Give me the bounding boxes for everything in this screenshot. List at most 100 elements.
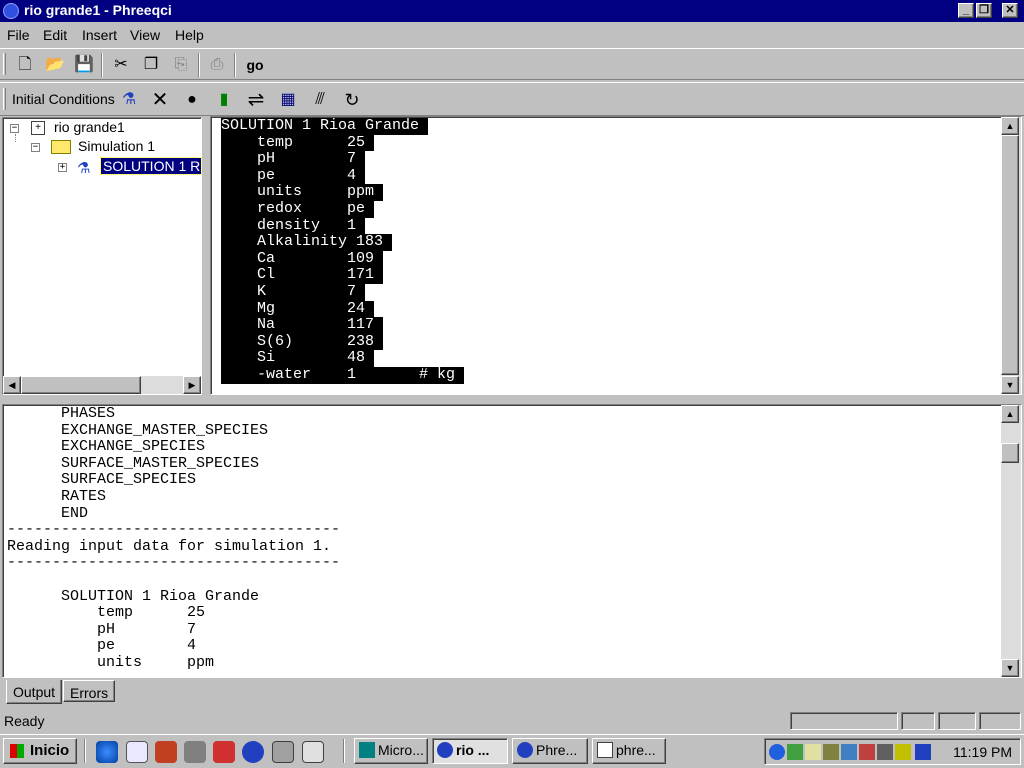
editor-line[interactable]: K 7 — [221, 283, 366, 301]
tab-errors[interactable]: Errors — [63, 680, 116, 702]
task-button-phre-doc[interactable]: phre... — [592, 738, 666, 764]
paste-icon[interactable]: ⎘ — [170, 54, 192, 76]
scroll-left-icon[interactable]: ◀ — [3, 376, 21, 394]
notepad-icon — [597, 742, 613, 758]
editor-text[interactable]: SOLUTION 1 Rioa Grande temp 25 pH 7 pe 4… — [221, 117, 465, 384]
equilibrium-icon[interactable]: ⇌ — [245, 89, 267, 111]
editor-line[interactable]: Mg 24 — [221, 300, 375, 318]
toolbar-grip[interactable] — [3, 88, 6, 110]
menu-insert[interactable]: Insert — [82, 27, 117, 43]
output-vertical-scrollbar[interactable]: ▲ ▼ — [1001, 405, 1021, 677]
exchange-x-icon[interactable]: ✕ — [149, 89, 171, 111]
task-label: phre... — [616, 742, 656, 758]
editor-line[interactable]: Ca 109 — [221, 250, 384, 268]
expand-solution-icon[interactable]: + — [58, 163, 67, 172]
scroll-thumb[interactable] — [1001, 135, 1019, 375]
editor-line[interactable]: density 1 — [221, 217, 366, 235]
kinetics-icon[interactable]: ⫻ — [309, 89, 331, 111]
network-icon[interactable] — [769, 744, 785, 760]
surface-dot-icon[interactable]: ● — [181, 89, 203, 111]
media-icon[interactable] — [213, 741, 235, 763]
close-button[interactable]: ✕ — [1002, 3, 1018, 18]
solution-flask-icon[interactable]: ⚗ — [118, 89, 140, 111]
open-folder-icon[interactable]: 📂 — [44, 54, 66, 76]
phreeqci-app-icon[interactable] — [3, 3, 19, 19]
internet-explorer-icon[interactable] — [96, 741, 118, 763]
taskbar-separator — [84, 739, 86, 763]
new-file-icon[interactable]: 🗋 — [14, 54, 36, 76]
toolbar-separator — [198, 53, 200, 77]
start-button[interactable]: Inicio — [3, 738, 77, 764]
scroll-up-icon[interactable]: ▲ — [1001, 117, 1019, 135]
scroll-right-icon[interactable]: ▶ — [183, 376, 201, 394]
tray-app-icon[interactable] — [805, 744, 821, 760]
phases-grid-icon[interactable]: ▦ — [277, 89, 299, 111]
output-line: temp 25 — [7, 604, 206, 622]
editor-line[interactable]: Na 117 — [221, 317, 384, 334]
taskbar-separator — [343, 739, 345, 763]
task-button-micro[interactable]: Micro... — [354, 738, 428, 764]
scroll-up-icon[interactable]: ▲ — [1001, 405, 1019, 423]
clock[interactable]: 11:19 PM — [953, 744, 1012, 760]
menu-view[interactable]: View — [130, 27, 160, 43]
editor-line[interactable]: Si 48 — [221, 350, 375, 367]
cube-icon[interactable] — [272, 741, 294, 763]
editor-line[interactable]: pe 4 — [221, 167, 366, 185]
outlook-express-icon[interactable] — [126, 741, 148, 763]
editor-line[interactable]: S(6) 238 — [221, 333, 384, 351]
collapse-root-icon[interactable]: − — [10, 124, 19, 133]
tree-item-simulation[interactable]: Simulation 1 — [78, 138, 155, 154]
horizontal-scrollbar[interactable]: ◀ ▶ — [3, 376, 201, 394]
task-button-phreeqc[interactable]: Phre... — [512, 738, 588, 764]
window-icon — [359, 742, 375, 758]
tray-app-icon[interactable] — [823, 744, 839, 760]
editor-line[interactable]: redox pe — [221, 200, 375, 218]
menu-file[interactable]: File — [7, 27, 30, 43]
tab-output[interactable]: Output — [6, 680, 63, 704]
minimize-button[interactable]: _ — [958, 3, 974, 18]
restore-button[interactable]: ❒ — [976, 3, 992, 18]
input-editor[interactable]: SOLUTION 1 Rioa Grande temp 25 pH 7 pe 4… — [210, 116, 1022, 395]
editor-vertical-scrollbar[interactable]: ▲ ▼ — [1001, 117, 1021, 394]
editor-line[interactable]: Alkalinity 183 — [221, 234, 393, 251]
tree-item-root[interactable]: rio grande1 — [54, 119, 125, 135]
scroll-thumb[interactable] — [1001, 443, 1019, 463]
collapse-simulation-icon[interactable]: − — [31, 143, 40, 152]
go-button[interactable]: go — [242, 54, 268, 76]
document-viewer-icon[interactable] — [302, 741, 324, 763]
editor-line[interactable]: temp 25 — [221, 134, 375, 152]
task-button-rio-grande[interactable]: rio ... — [432, 738, 508, 764]
scroll-down-icon[interactable]: ▼ — [1001, 376, 1019, 394]
editor-line[interactable]: SOLUTION 1 Rioa Grande — [221, 117, 429, 135]
phreeqci-quick-icon[interactable] — [242, 741, 264, 763]
computer-icon[interactable] — [184, 741, 206, 763]
output-line: SURFACE_SPECIES — [7, 471, 197, 489]
editor-line[interactable]: pH 7 — [221, 151, 366, 168]
copy-icon[interactable]: ❐ — [140, 54, 162, 76]
scroll-thumb[interactable] — [21, 376, 141, 394]
title-bar: rio grande1 - Phreeqci _ ❒ ✕ — [0, 0, 1024, 22]
tray-app-icon[interactable] — [841, 744, 857, 760]
tree-view[interactable]: − + rio grande1 − Simulation 1 + ⚗ SOLUT… — [2, 117, 202, 395]
task-label: Phre... — [536, 742, 578, 758]
tray-app-icon[interactable] — [859, 744, 875, 760]
tray-app-icon[interactable] — [877, 744, 893, 760]
cut-icon[interactable]: ✂ — [110, 54, 132, 76]
toolbar-grip[interactable] — [3, 53, 6, 75]
tray-app-icon[interactable] — [787, 744, 803, 760]
editor-line[interactable]: units ppm — [221, 184, 384, 201]
tray-app-icon[interactable] — [915, 744, 931, 760]
editor-line[interactable]: Cl 171 — [221, 267, 384, 284]
menu-edit[interactable]: Edit — [43, 27, 67, 43]
menu-help[interactable]: Help — [175, 27, 204, 43]
output-pane[interactable]: PHASES EXCHANGE_MASTER_SPECIES EXCHANGE_… — [2, 404, 1022, 678]
save-icon[interactable]: 💾 — [73, 54, 95, 76]
editor-line[interactable]: -water 1 # kg — [221, 366, 465, 384]
chart-app-icon[interactable] — [155, 741, 177, 763]
speaker-icon[interactable] — [895, 744, 911, 760]
gas-cylinder-icon[interactable]: ▮ — [213, 89, 235, 111]
print-icon[interactable]: ⎙ — [206, 54, 228, 76]
reaction-icon[interactable]: ↻ — [341, 89, 363, 111]
scroll-down-icon[interactable]: ▼ — [1001, 659, 1019, 677]
tree-item-solution[interactable]: SOLUTION 1 Ri — [100, 157, 202, 175]
